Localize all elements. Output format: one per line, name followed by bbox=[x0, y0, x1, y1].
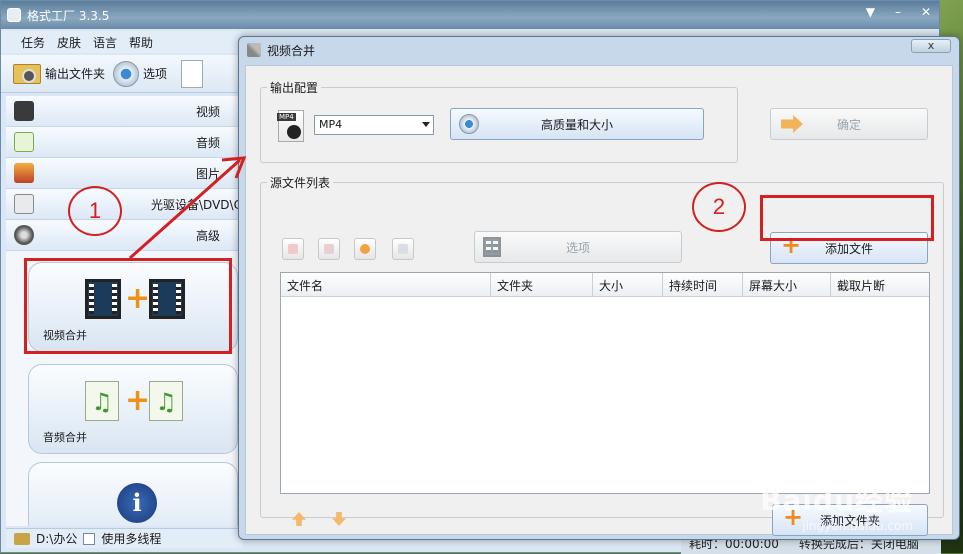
watermark-url: jingyan.baidu.com bbox=[802, 519, 913, 533]
watermark: Baidu经验 jingyan.baidu.com bbox=[760, 479, 913, 533]
annotation-arrow bbox=[129, 156, 247, 260]
arrow-line bbox=[129, 158, 241, 260]
watermark-brand: Baidu经验 bbox=[760, 484, 913, 517]
